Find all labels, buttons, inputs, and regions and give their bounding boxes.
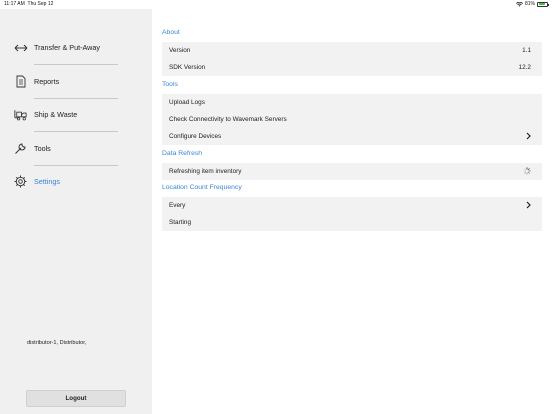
- section-header-tools: Tools: [162, 81, 178, 88]
- sidebar-item-reports[interactable]: Reports: [0, 65, 152, 98]
- sidebar: Transfer & Put-Away Reports Ship & Waste: [0, 9, 152, 414]
- section-header-about: About: [162, 29, 180, 36]
- every-label: Every: [169, 202, 186, 209]
- battery-fill: [538, 3, 545, 5]
- sidebar-item-tools[interactable]: Tools: [0, 132, 152, 165]
- chevron-right-icon: [526, 132, 531, 140]
- version-row: Version 1.1: [162, 42, 542, 59]
- section-header-data-refresh: Data Refresh: [162, 150, 203, 157]
- status-time: 11:17 AM Thu Sep 12: [4, 1, 53, 7]
- check-connectivity-row[interactable]: Check Connectivity to Wavemark Servers: [162, 111, 542, 128]
- sidebar-item-label: Transfer & Put-Away: [34, 43, 100, 52]
- chevron-right-icon: [526, 201, 531, 209]
- sidebar-item-settings[interactable]: Settings: [0, 165, 152, 198]
- sidebar-item-transfer[interactable]: Transfer & Put-Away: [0, 31, 152, 64]
- sidebar-item-label: Settings: [34, 177, 60, 186]
- status-date-text: Thu Sep 12: [27, 1, 54, 7]
- battery-icon: [537, 1, 549, 7]
- sdk-version-row: SDK Version 12.2: [162, 59, 542, 76]
- logout-button[interactable]: Logout: [26, 390, 126, 407]
- wrench-icon: [13, 141, 28, 156]
- check-connectivity-label: Check Connectivity to Wavemark Servers: [169, 116, 287, 123]
- status-bar: 11:17 AM Thu Sep 12 81%: [0, 0, 552, 9]
- sidebar-item-label: Ship & Waste: [34, 110, 78, 119]
- version-label: Version: [169, 47, 191, 54]
- settings-panel: About Version 1.1 SDK Version 12.2 Tools…: [152, 9, 552, 414]
- status-time-text: 11:17 AM: [4, 1, 25, 7]
- transfer-arrows-icon: [13, 40, 28, 55]
- version-value: 1.1: [522, 47, 531, 54]
- user-info: distributor-1, Distributor,: [27, 340, 87, 346]
- loading-spinner-icon: [523, 167, 531, 175]
- upload-logs-row[interactable]: Upload Logs: [162, 94, 542, 111]
- sidebar-item-label: Tools: [34, 144, 51, 153]
- refreshing-row: Refreshing item inventory: [162, 163, 542, 180]
- configure-devices-row[interactable]: Configure Devices: [162, 128, 542, 145]
- battery-percent: 81%: [524, 1, 535, 7]
- section-header-location-count: Location Count Frequency: [162, 184, 242, 191]
- forklift-icon: [13, 107, 28, 122]
- sidebar-item-label: Reports: [34, 77, 60, 86]
- starting-label: Starting: [169, 219, 192, 226]
- every-row[interactable]: Every: [162, 197, 542, 214]
- sdk-version-value: 12.2: [518, 64, 531, 71]
- status-right: 81%: [515, 1, 549, 7]
- sdk-version-label: SDK Version: [169, 64, 206, 71]
- sidebar-item-ship-waste[interactable]: Ship & Waste: [0, 98, 152, 131]
- configure-devices-label: Configure Devices: [169, 133, 222, 140]
- refreshing-label: Refreshing item inventory: [169, 168, 242, 175]
- gear-icon: [13, 174, 28, 189]
- document-icon: [13, 74, 28, 89]
- upload-logs-label: Upload Logs: [169, 99, 205, 106]
- starting-row[interactable]: Starting: [162, 214, 542, 231]
- wifi-icon: [515, 1, 523, 7]
